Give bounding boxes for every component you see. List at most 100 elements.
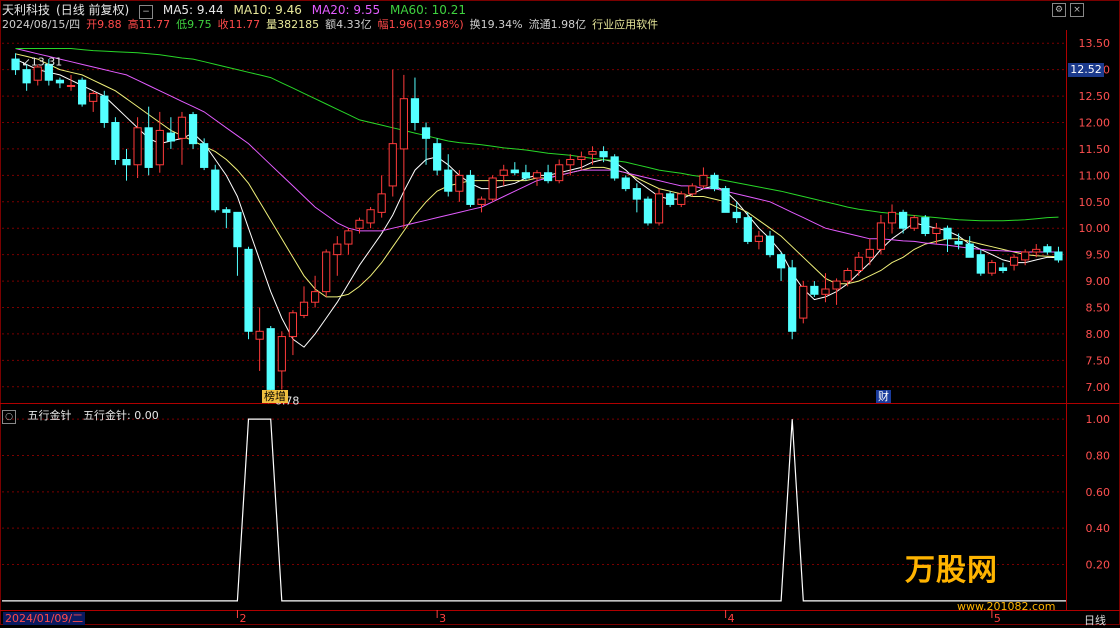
candle-body bbox=[122, 159, 131, 166]
candle-body bbox=[111, 122, 120, 160]
period-label[interactable]: 日线 bbox=[1084, 612, 1106, 628]
candle-body bbox=[355, 219, 364, 229]
candle-body bbox=[455, 174, 464, 192]
x-tick-label: 2 bbox=[239, 612, 246, 625]
candle-body bbox=[532, 172, 542, 179]
candle-body bbox=[599, 151, 608, 158]
indicator-tick-label: 1.00 bbox=[1086, 413, 1111, 426]
candle-body bbox=[1009, 256, 1019, 266]
candle-body bbox=[344, 230, 353, 245]
candle-body bbox=[976, 254, 985, 274]
candle-body bbox=[388, 143, 397, 187]
indicator-collapse-icon[interactable]: ○ bbox=[2, 410, 16, 424]
candle-body bbox=[876, 222, 886, 250]
cai-tag[interactable]: 财 bbox=[876, 390, 891, 403]
candle-body bbox=[954, 240, 963, 245]
bang-tag[interactable]: 榜增 bbox=[262, 390, 288, 403]
candle-body bbox=[688, 185, 697, 195]
y-tick-label: 13.50 bbox=[1079, 37, 1111, 50]
candle-body bbox=[743, 217, 752, 242]
candle-body bbox=[333, 243, 342, 256]
candle-body bbox=[732, 211, 741, 219]
candle-body bbox=[621, 177, 630, 190]
candle-body bbox=[200, 143, 209, 168]
outer-frame bbox=[0, 0, 1120, 625]
candle-body bbox=[821, 288, 830, 295]
y-tick-label: 12.50 bbox=[1079, 90, 1111, 103]
candle-body bbox=[932, 227, 941, 234]
watermark-url: www.201082.com bbox=[957, 600, 1056, 613]
candle-body bbox=[78, 79, 87, 105]
candle-body bbox=[488, 177, 497, 200]
indicator-tick-label: 0.80 bbox=[1086, 449, 1111, 462]
x-tick-label: 3 bbox=[439, 612, 446, 625]
candle-body bbox=[577, 156, 586, 161]
candle-body bbox=[721, 188, 730, 213]
candle-body bbox=[11, 58, 20, 71]
candle-body bbox=[998, 267, 1008, 272]
candle-body bbox=[1021, 251, 1030, 261]
candle-body bbox=[299, 301, 309, 316]
candle-body bbox=[499, 169, 508, 176]
candle-body bbox=[832, 280, 841, 290]
candle-body bbox=[1032, 248, 1041, 253]
candle-body bbox=[710, 174, 719, 190]
candle-body bbox=[543, 172, 553, 182]
ma-line-ma5 bbox=[15, 58, 1059, 348]
candle-body bbox=[421, 127, 431, 139]
candle-body bbox=[788, 267, 797, 332]
candle-body bbox=[843, 270, 852, 282]
candle-body bbox=[799, 285, 808, 319]
candle-body bbox=[377, 193, 386, 213]
y-tick-label: 11.50 bbox=[1079, 143, 1111, 156]
candle-body bbox=[865, 248, 874, 258]
candle-body bbox=[188, 114, 198, 145]
candle-body bbox=[177, 116, 187, 139]
candle-body bbox=[144, 127, 153, 168]
indicator-tick-label: 0.20 bbox=[1086, 559, 1111, 572]
candle-body bbox=[699, 174, 708, 187]
candle-body bbox=[288, 312, 298, 338]
indicator-name[interactable]: 五行金针 bbox=[28, 409, 72, 422]
candle-body bbox=[754, 235, 764, 242]
candle-body bbox=[910, 217, 919, 229]
candle-body bbox=[133, 127, 142, 166]
candle-body bbox=[566, 159, 575, 166]
candle-body bbox=[89, 92, 98, 102]
candle-body bbox=[155, 129, 164, 166]
watermark-logo: 万股网 bbox=[905, 553, 998, 588]
candle-body bbox=[776, 254, 786, 269]
candle-body bbox=[211, 169, 220, 211]
indicator-value: 五行金针: 0.00 bbox=[83, 409, 159, 422]
candle-body bbox=[244, 248, 253, 332]
bottom-date: 2024/01/09/二 bbox=[3, 612, 86, 625]
candle-body bbox=[277, 336, 286, 372]
candle-body bbox=[477, 198, 486, 205]
x-tick-label: 4 bbox=[728, 612, 735, 625]
candle-body bbox=[266, 328, 275, 390]
candle-body bbox=[466, 174, 475, 205]
indicator-tick-label: 0.60 bbox=[1086, 486, 1111, 499]
candle-body bbox=[33, 66, 42, 81]
x-tick-label: 5 bbox=[994, 612, 1001, 625]
candle-body bbox=[1054, 251, 1063, 261]
kline-chart[interactable]: 13.5013.0012.5012.0011.5011.0010.5010.00… bbox=[0, 0, 1120, 625]
candle-body bbox=[233, 211, 242, 248]
candle-body bbox=[222, 209, 231, 213]
candle-body bbox=[166, 132, 175, 142]
candle-body bbox=[887, 211, 897, 224]
y-tick-label: 9.00 bbox=[1086, 275, 1111, 288]
y-tick-label: 12.00 bbox=[1079, 117, 1111, 130]
candle-body bbox=[899, 211, 908, 229]
candle-body bbox=[66, 85, 76, 87]
candle-body bbox=[55, 79, 65, 84]
candle-body bbox=[921, 217, 930, 234]
candle-body bbox=[854, 256, 863, 271]
candle-body bbox=[410, 98, 420, 124]
candle-body bbox=[810, 285, 819, 295]
y-tick-label: 8.00 bbox=[1086, 328, 1111, 341]
candle-body bbox=[22, 69, 31, 84]
candle-body bbox=[666, 193, 675, 205]
candle-body bbox=[943, 227, 952, 240]
candle-body bbox=[521, 172, 531, 179]
